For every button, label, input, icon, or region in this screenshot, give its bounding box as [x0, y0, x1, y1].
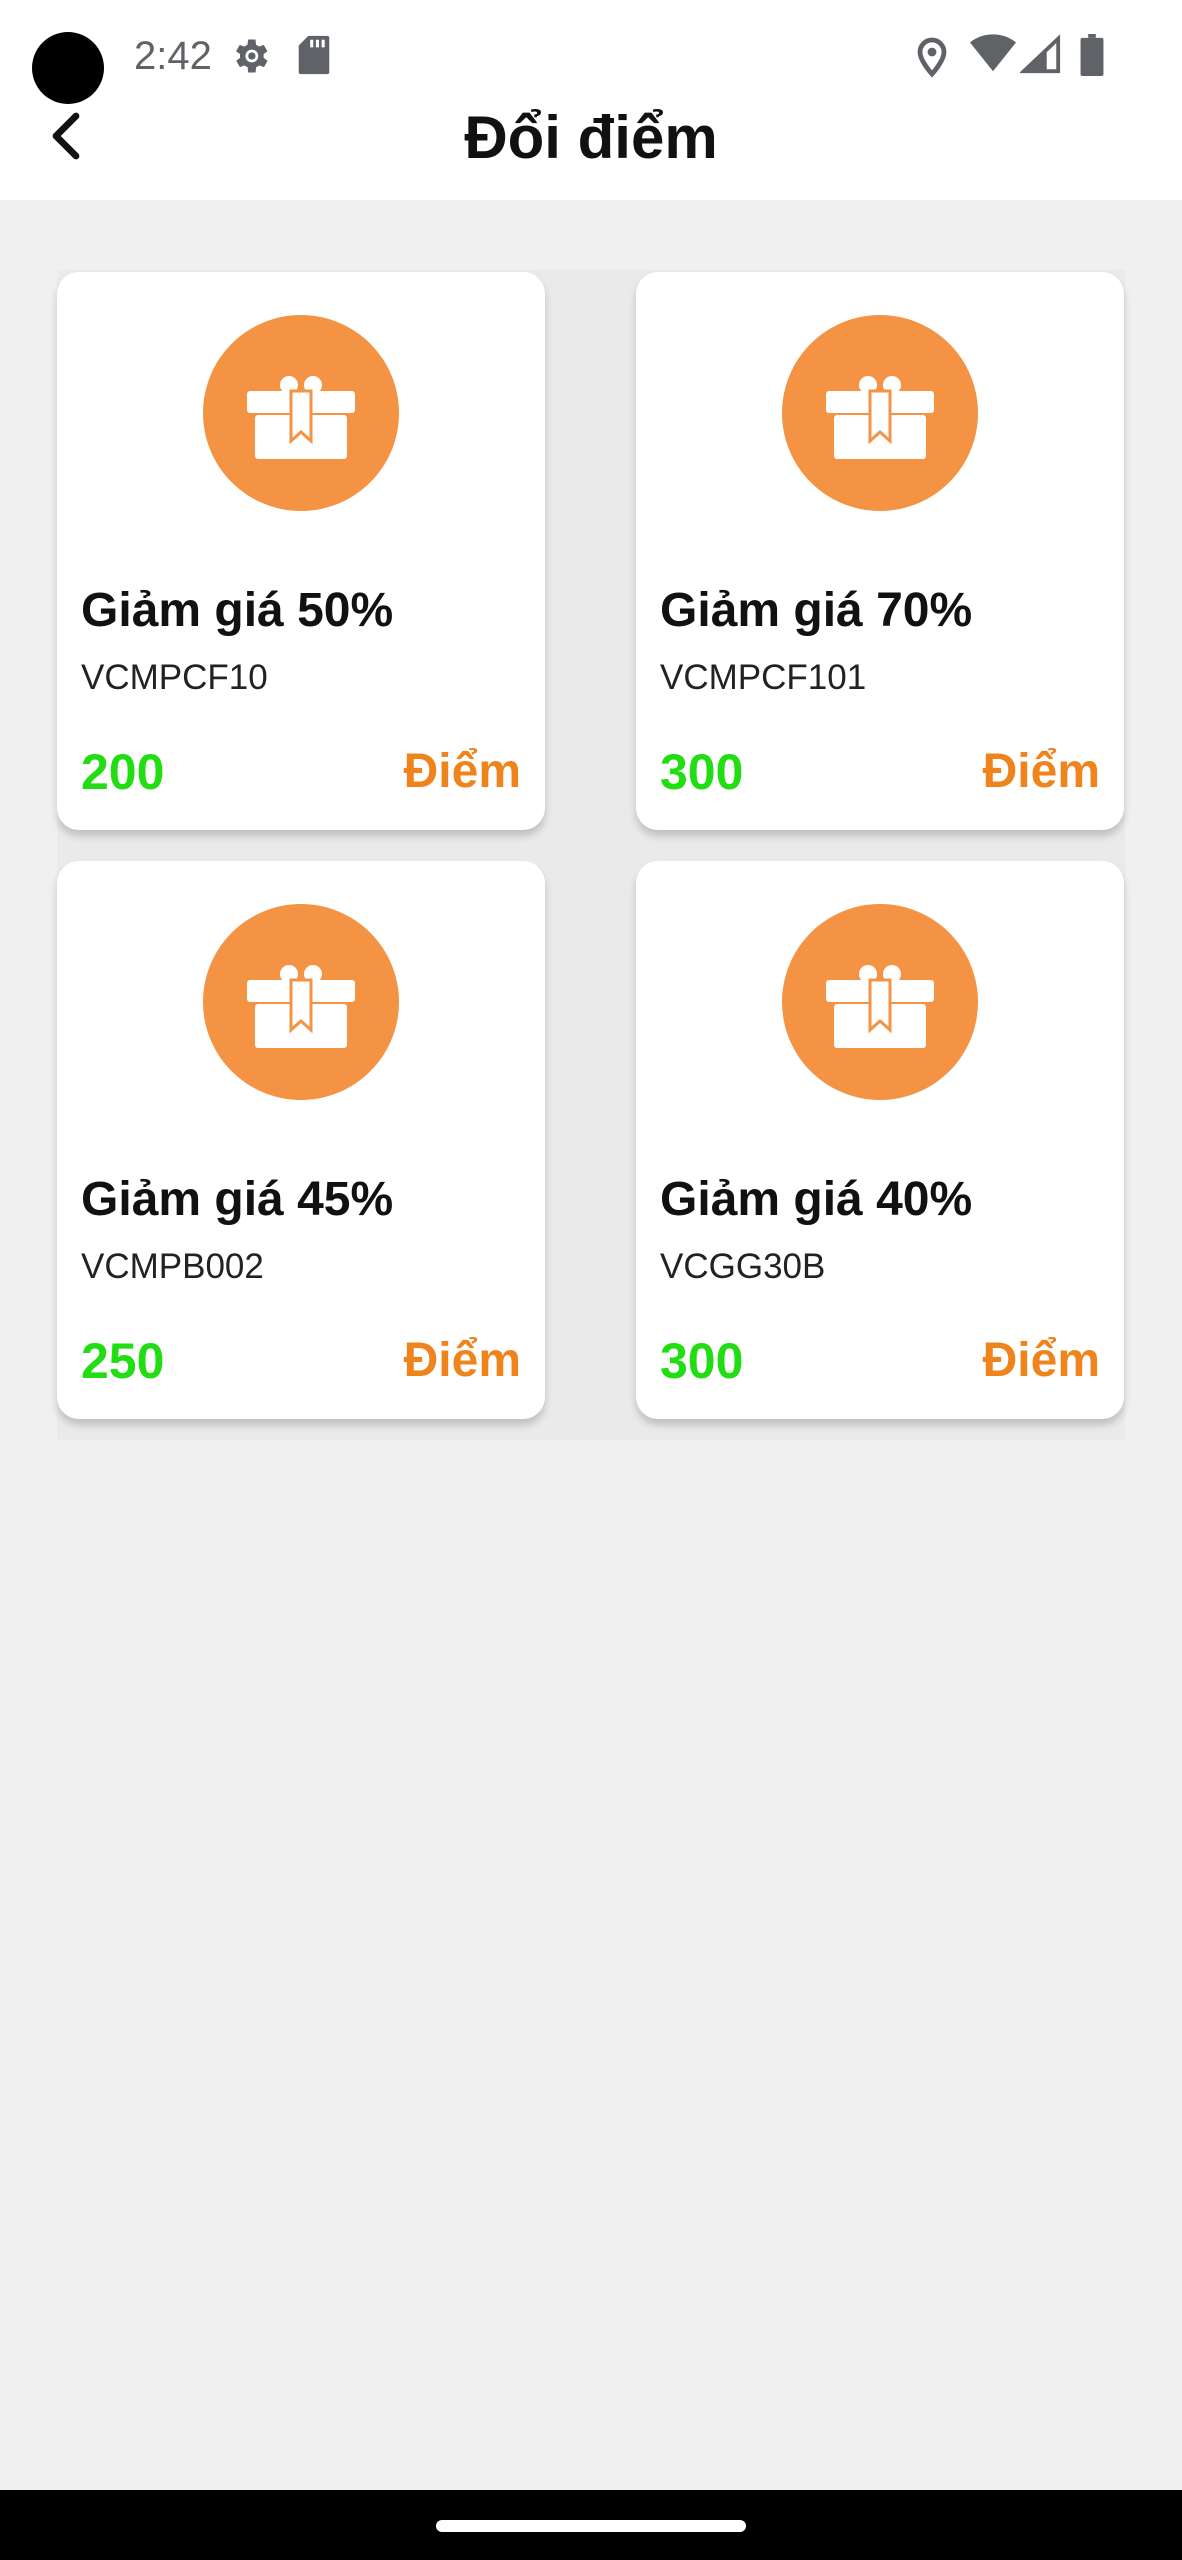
points-unit: Điểm: [982, 1334, 1100, 1387]
sd-card-icon: [296, 34, 332, 81]
gift-icon-badge: [203, 904, 399, 1100]
points-unit: Điểm: [403, 1334, 521, 1387]
status-time: 2:42: [134, 34, 212, 78]
signal-icon: [1019, 34, 1062, 79]
voucher-points: 250: [81, 1333, 165, 1389]
points-unit: Điểm: [403, 745, 521, 798]
location-icon: [912, 34, 952, 83]
system-nav-bar: [0, 2490, 1182, 2560]
voucher-card[interactable]: Giảm giá 40% VCGG30B 300 Điểm: [636, 861, 1124, 1419]
voucher-points: 300: [660, 744, 744, 800]
points-unit: Điểm: [982, 745, 1100, 798]
voucher-code: VCMPCF10: [81, 658, 268, 697]
voucher-code: VCMPCF101: [660, 658, 867, 697]
page-title: Đổi điểm: [464, 104, 718, 171]
voucher-code: VCGG30B: [660, 1247, 826, 1286]
battery-icon: [1080, 34, 1104, 81]
voucher-card[interactable]: Giảm giá 70% VCMPCF101 300 Điểm: [636, 272, 1124, 830]
voucher-grid: Giảm giá 50% VCMPCF10 200 Điểm Giảm giá …: [57, 270, 1125, 1440]
app-bar: Đổi điểm: [0, 90, 1182, 200]
home-indicator[interactable]: [436, 2520, 746, 2532]
gear-icon: [228, 34, 272, 83]
voucher-card[interactable]: Giảm giá 45% VCMPB002 250 Điểm: [57, 861, 545, 1419]
gift-icon: [826, 376, 934, 459]
voucher-code: VCMPB002: [81, 1247, 264, 1286]
voucher-points: 300: [660, 1333, 744, 1389]
gift-icon-badge: [203, 315, 399, 511]
voucher-title: Giảm giá 45%: [81, 1173, 394, 1226]
voucher-title: Giảm giá 40%: [660, 1173, 973, 1226]
gift-icon-badge: [782, 904, 978, 1100]
voucher-title: Giảm giá 50%: [81, 584, 394, 637]
voucher-title: Giảm giá 70%: [660, 584, 973, 637]
voucher-points: 200: [81, 744, 165, 800]
gift-icon-badge: [782, 315, 978, 511]
wifi-icon: [970, 34, 1016, 79]
top-area: 2:42 Đổi điểm: [0, 0, 1182, 200]
gift-icon: [826, 965, 934, 1048]
gift-icon: [247, 965, 355, 1048]
voucher-card[interactable]: Giảm giá 50% VCMPCF10 200 Điểm: [57, 272, 545, 830]
gift-icon: [247, 376, 355, 459]
